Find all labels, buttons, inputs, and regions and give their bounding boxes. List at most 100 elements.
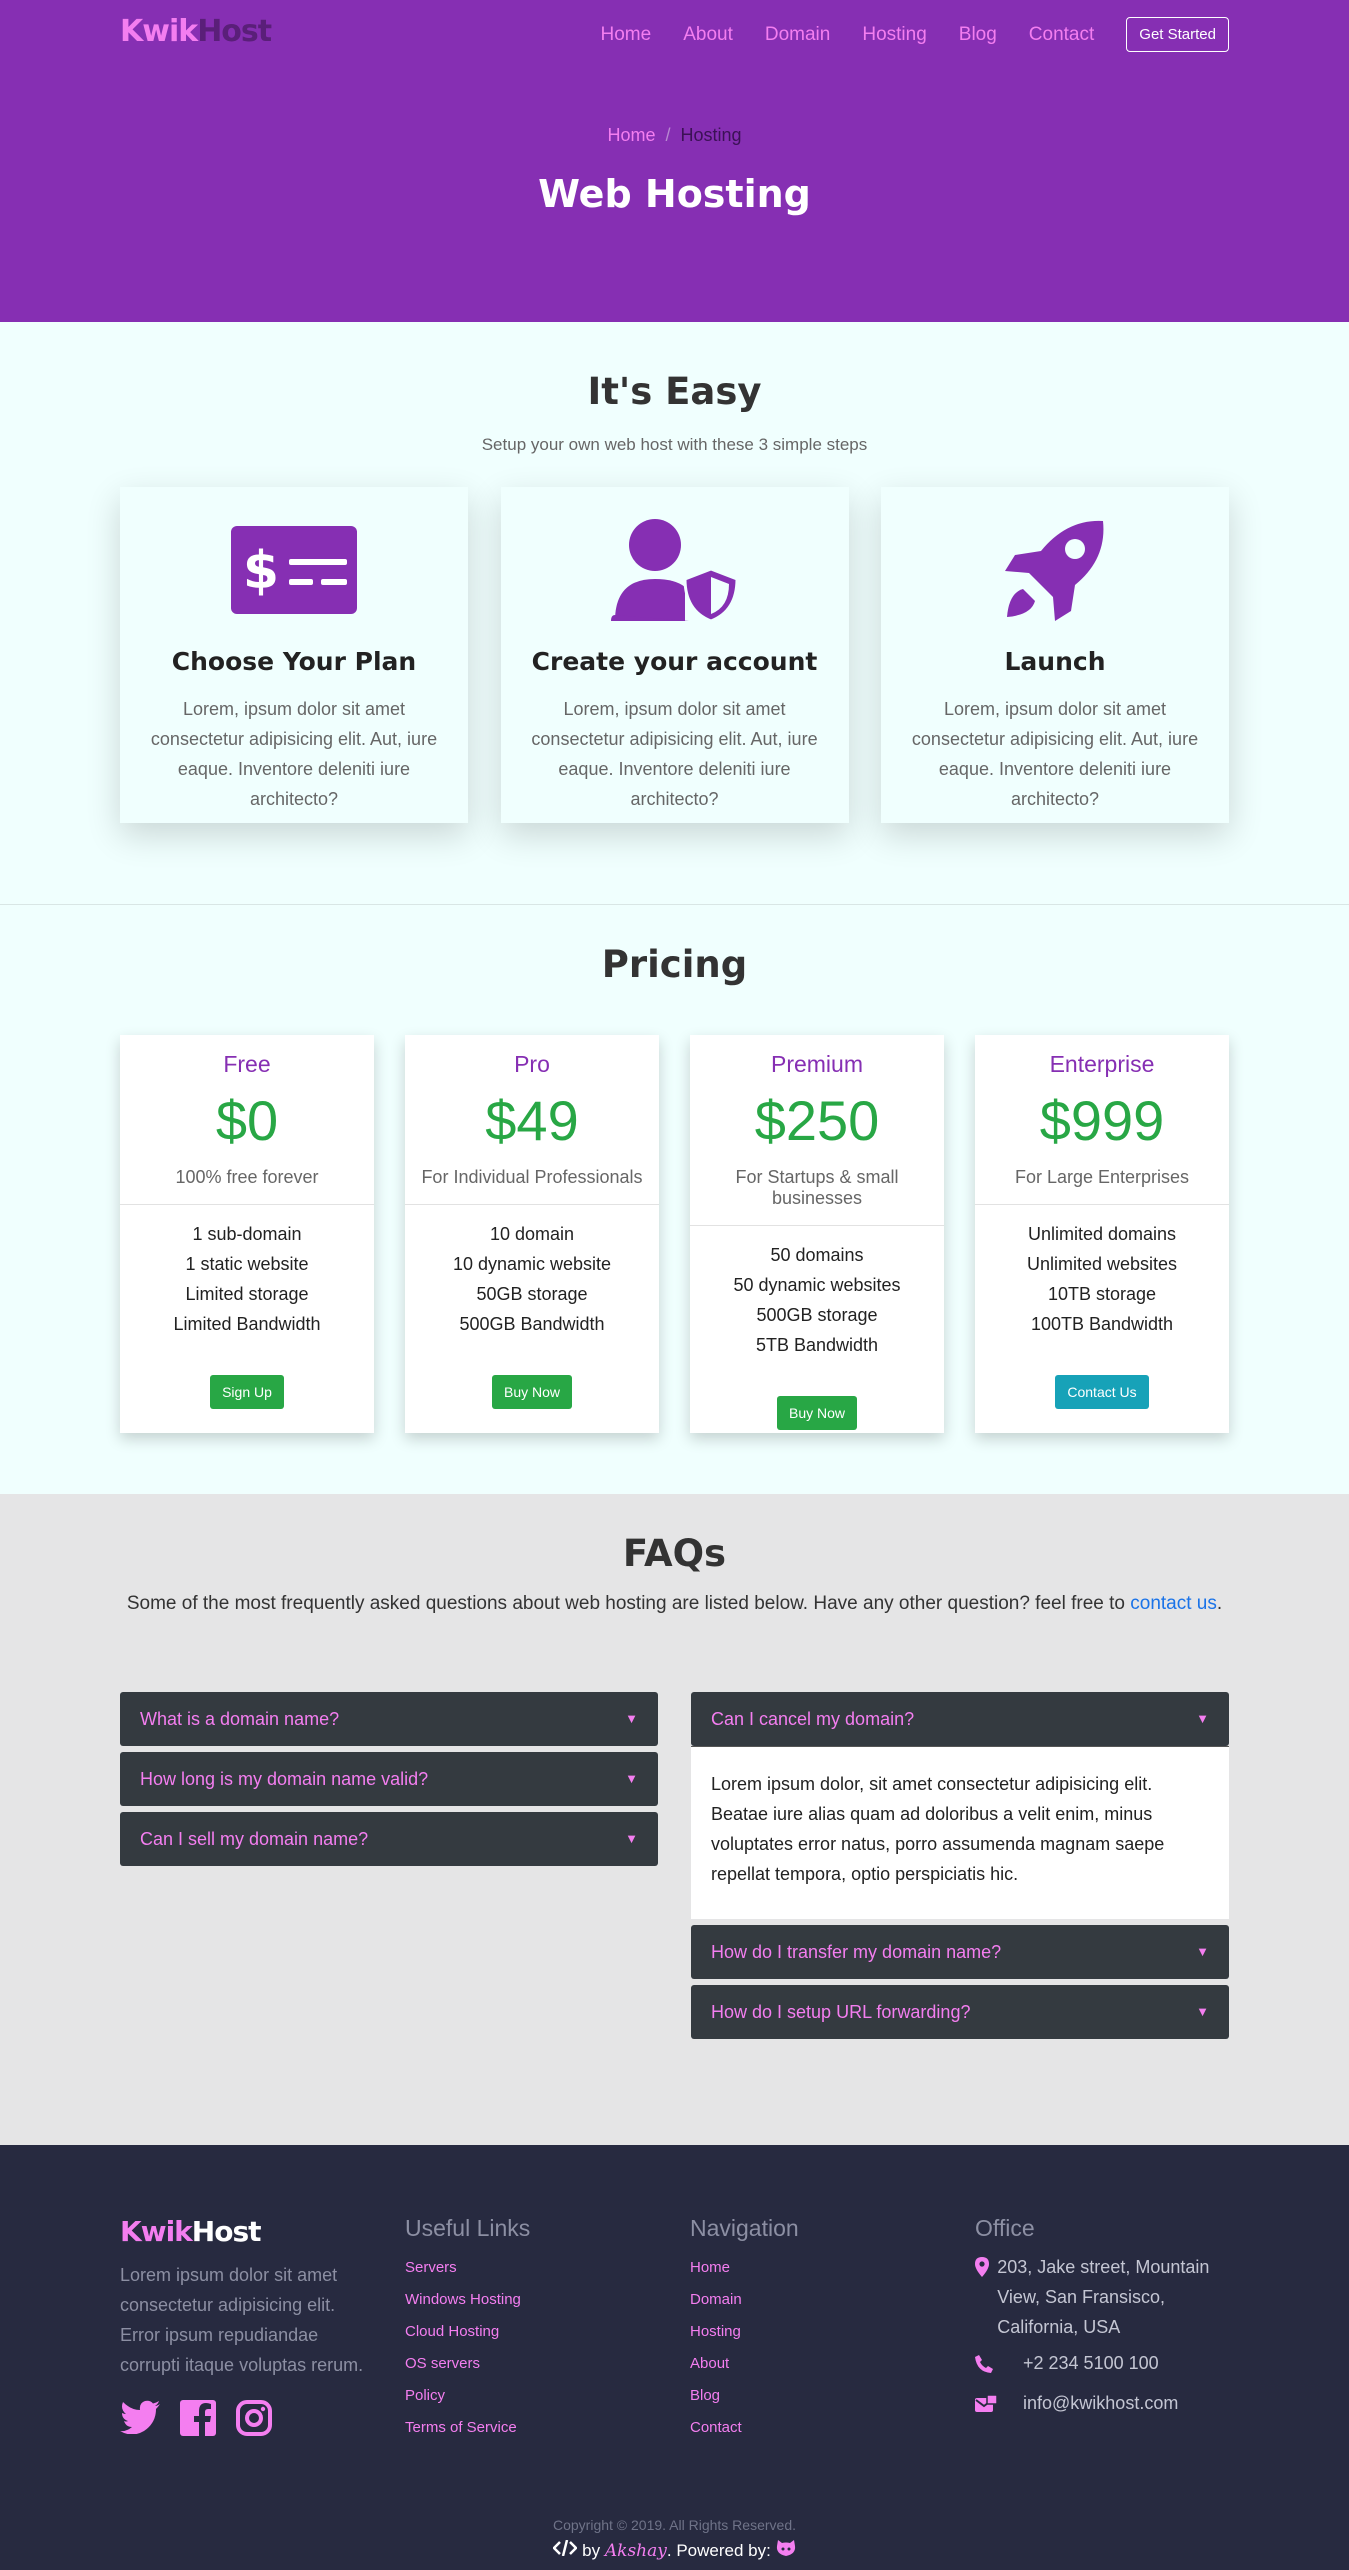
nav-about[interactable]: About bbox=[683, 24, 733, 46]
plan-card-premium: Premium $250 For Startups & small busine… bbox=[690, 1035, 944, 1433]
faq-intro-end: . bbox=[1216, 1593, 1223, 1614]
pricing-title: Pricing bbox=[601, 943, 748, 986]
office-email: info@kwikhost.com bbox=[975, 2388, 1235, 2422]
plan-feature: 1 static website bbox=[185, 1254, 309, 1274]
buy-now-button[interactable]: Buy Now bbox=[491, 1375, 573, 1409]
mail-icon bbox=[975, 2388, 1023, 2422]
plan-feature: 50 domains bbox=[770, 1245, 864, 1265]
footer-link[interactable]: Terms of Service bbox=[405, 2412, 530, 2444]
footer-link[interactable]: Policy bbox=[405, 2380, 530, 2412]
plan-feature: 500GB Bandwidth bbox=[459, 1314, 605, 1334]
rocket-icon bbox=[881, 519, 1229, 621]
office-phone: +2 234 5100 100 bbox=[975, 2348, 1235, 2382]
nav-contact[interactable]: Contact bbox=[1029, 24, 1094, 46]
footer-nav-link[interactable]: Blog bbox=[690, 2380, 799, 2412]
useful-links-title: Useful Links bbox=[405, 2215, 531, 2241]
footer-nav-link[interactable]: About bbox=[690, 2348, 799, 2380]
get-started-button[interactable]: Get Started bbox=[1126, 17, 1229, 52]
office-title: Office bbox=[975, 2215, 1035, 2241]
contact-us-button[interactable]: Contact Us bbox=[1055, 1375, 1149, 1409]
author-signature[interactable]: Akshay bbox=[605, 2541, 667, 2561]
hero-header: KwikHost Home About Domain Hosting Blog … bbox=[0, 0, 1349, 322]
footer-link[interactable]: Windows Hosting bbox=[405, 2284, 530, 2316]
footer-nav-link[interactable]: Contact bbox=[690, 2412, 799, 2444]
plan-features: Unlimited domains Unlimited websites 10T… bbox=[975, 1219, 1229, 1339]
breadcrumb-home[interactable]: Home bbox=[607, 125, 655, 145]
faq-question[interactable]: How do I transfer my domain name? ▼ bbox=[691, 1925, 1229, 1979]
plan-name: Enterprise bbox=[1049, 1051, 1155, 1077]
email-text[interactable]: info@kwikhost.com bbox=[1023, 2388, 1178, 2422]
faq-question[interactable]: Can I sell my domain name? ▼ bbox=[120, 1812, 658, 1866]
footer-link[interactable]: Servers bbox=[405, 2252, 530, 2284]
plan-price: $250 bbox=[754, 1089, 880, 1152]
svg-text:$: $ bbox=[243, 541, 279, 601]
faq-question-text: How do I transfer my domain name? bbox=[711, 1942, 1002, 1962]
buy-now-button[interactable]: Buy Now bbox=[776, 1396, 858, 1430]
plan-price: $49 bbox=[485, 1089, 579, 1152]
plan-card-enterprise: Enterprise $999 For Large Enterprises Un… bbox=[975, 1035, 1229, 1433]
breadcrumb-current: Hosting bbox=[680, 125, 742, 145]
plan-feature: 10TB storage bbox=[1047, 1284, 1157, 1304]
faq-title: FAQs bbox=[622, 1532, 727, 1575]
faq-answer: Lorem ipsum dolor, sit amet consectetur … bbox=[691, 1746, 1229, 1919]
plan-features: 50 domains 50 dynamic websites 500GB sto… bbox=[690, 1240, 944, 1360]
plan-card-pro: Pro $49 For Individual Professionals 10 … bbox=[405, 1035, 659, 1433]
plan-feature: 10 domain bbox=[489, 1224, 575, 1244]
plan-card-free: Free $0 100% free forever 1 sub-domain 1… bbox=[120, 1035, 374, 1433]
facebook-icon[interactable] bbox=[180, 2400, 216, 2441]
faq-question[interactable]: How do I setup URL forwarding? ▼ bbox=[691, 1985, 1229, 2039]
nav-home[interactable]: Home bbox=[601, 24, 652, 46]
footer-link[interactable]: Cloud Hosting bbox=[405, 2316, 530, 2348]
nav-domain[interactable]: Domain bbox=[765, 24, 830, 46]
step-title: Create your account bbox=[531, 647, 818, 676]
plan-name: Premium bbox=[770, 1051, 863, 1077]
chevron-down-icon: ▼ bbox=[625, 1711, 638, 1726]
footer-about: KwikHost Lorem ipsum dolor sit amet cons… bbox=[120, 2215, 370, 2441]
nav-blog[interactable]: Blog bbox=[959, 24, 997, 46]
credit-powered: . Powered by: bbox=[666, 2541, 771, 2560]
faq-intro: Some of the most frequently asked questi… bbox=[0, 1593, 1349, 1615]
instagram-icon[interactable] bbox=[236, 2400, 272, 2441]
phone-icon bbox=[975, 2348, 1023, 2382]
contact-us-link[interactable]: contact us bbox=[1130, 1593, 1217, 1614]
easy-title: It's Easy bbox=[587, 370, 762, 413]
faq-question[interactable]: How long is my domain name valid? ▼ bbox=[120, 1752, 658, 1806]
step-card: $ Choose Your Plan Lorem, ipsum dolor si… bbox=[120, 487, 468, 823]
faq-section: FAQs Some of the most frequently asked q… bbox=[0, 1494, 1349, 2145]
plan-features: 10 domain 10 dynamic website 50GB storag… bbox=[405, 1219, 659, 1339]
navigation-list: Home Domain Hosting About Blog Contact bbox=[690, 2252, 799, 2444]
sign-up-button[interactable]: Sign Up bbox=[210, 1375, 284, 1409]
nav-hosting[interactable]: Hosting bbox=[862, 24, 926, 46]
faq-question-text: How do I setup URL forwarding? bbox=[711, 2002, 971, 2022]
footer-nav-link[interactable]: Hosting bbox=[690, 2316, 799, 2348]
nav-menu: Home About Domain Hosting Blog Contact G… bbox=[569, 17, 1229, 52]
plan-feature: 50 dynamic websites bbox=[733, 1275, 901, 1295]
easy-subtitle: Setup your own web host with these 3 sim… bbox=[481, 435, 868, 454]
plan-price: $0 bbox=[215, 1089, 279, 1152]
plan-feature: 10 dynamic website bbox=[452, 1254, 612, 1274]
chevron-down-icon: ▼ bbox=[1196, 2004, 1209, 2019]
step-title: Choose Your Plan bbox=[171, 647, 417, 676]
brand-logo[interactable]: KwikHost bbox=[120, 14, 272, 49]
plan-desc: For Startups & small businesses bbox=[690, 1167, 944, 1226]
credit-line: by Akshay. Powered by: bbox=[0, 2539, 1349, 2561]
faq-column-left: What is a domain name? ▼ How long is my … bbox=[120, 1692, 658, 1872]
footer-link[interactable]: OS servers bbox=[405, 2348, 530, 2380]
brand-part1: Kwik bbox=[120, 14, 198, 49]
footer-nav-link[interactable]: Domain bbox=[690, 2284, 799, 2316]
plan-feature: 1 sub-domain bbox=[192, 1224, 302, 1244]
footer-office: Office 203, Jake street, Mountain View, … bbox=[975, 2215, 1235, 2422]
useful-links-list: Servers Windows Hosting Cloud Hosting OS… bbox=[405, 2252, 530, 2444]
faq-question-text: What is a domain name? bbox=[140, 1709, 340, 1729]
github-icon[interactable] bbox=[776, 2540, 796, 2560]
step-text: Lorem, ipsum dolor sit amet consectetur … bbox=[911, 699, 1199, 809]
twitter-icon[interactable] bbox=[120, 2400, 160, 2441]
faq-question[interactable]: Can I cancel my domain? ▼ bbox=[691, 1692, 1229, 1746]
plan-feature: 500GB storage bbox=[756, 1305, 878, 1325]
footer-nav-link[interactable]: Home bbox=[690, 2252, 799, 2284]
office-address: 203, Jake street, Mountain View, San Fra… bbox=[975, 2252, 1235, 2342]
faq-question-text: How long is my domain name valid? bbox=[140, 1769, 429, 1789]
footer-logo[interactable]: KwikHost bbox=[120, 2215, 370, 2248]
phone-text[interactable]: +2 234 5100 100 bbox=[1023, 2348, 1159, 2382]
faq-question[interactable]: What is a domain name? ▼ bbox=[120, 1692, 658, 1746]
